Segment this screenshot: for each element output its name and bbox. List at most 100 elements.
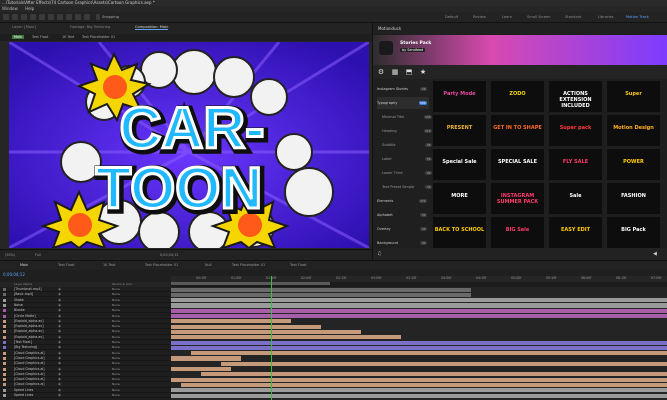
parent-select[interactable]: None [112, 329, 120, 334]
timeline-tab[interactable]: Text Placeholder 01 [232, 263, 265, 267]
parent-select[interactable]: None [112, 287, 120, 292]
layer-label-color[interactable] [3, 356, 6, 360]
layer-label-color[interactable] [3, 314, 6, 318]
visibility-eye-icon[interactable]: ◉ [58, 329, 61, 334]
layer-label-color[interactable] [3, 362, 6, 366]
category-item[interactable]: Instagram Stories 56 [377, 83, 429, 95]
layer-label-color[interactable] [3, 372, 6, 376]
layer-label-color[interactable] [3, 351, 6, 355]
menu-help[interactable]: Help [25, 6, 34, 11]
visibility-eye-icon[interactable]: ◉ [58, 319, 61, 324]
layer-label-color[interactable] [3, 288, 6, 291]
template-thumbnail[interactable]: ZODO [491, 81, 544, 112]
visibility-eye-icon[interactable]: ◉ [58, 314, 61, 319]
template-thumbnail[interactable]: INSTAGRAM SUMMER PACK [491, 183, 544, 214]
comp-tab-text-placeholder[interactable]: Text Placeholder 01 [82, 35, 115, 39]
workspace-review[interactable]: Review [473, 15, 486, 19]
template-thumbnail[interactable]: Party Mode [433, 81, 486, 112]
parent-select[interactable]: None [112, 308, 120, 313]
layer-name[interactable]: [Big Texturing] [14, 345, 37, 350]
workspace-small-screen[interactable]: Small Screen [527, 15, 550, 19]
layer-duration-bar[interactable] [171, 287, 471, 292]
playhead[interactable] [271, 276, 272, 400]
parent-select[interactable]: None [112, 372, 120, 377]
snapping-checkbox[interactable] [96, 14, 100, 20]
visibility-eye-icon[interactable]: ◉ [58, 303, 61, 308]
workspace-default[interactable]: Default [445, 15, 458, 19]
layer-duration-bar[interactable] [171, 345, 667, 350]
layer-duration-bar[interactable] [171, 319, 291, 324]
visibility-eye-icon[interactable]: ◉ [58, 345, 61, 350]
viewer-timecode[interactable]: 0;00;04;12 [160, 253, 179, 257]
layer-name[interactable]: Blanke [14, 308, 25, 313]
visibility-eye-icon[interactable]: ◉ [58, 298, 61, 303]
timeline-tab[interactable]: Text Float [58, 263, 74, 267]
parent-select[interactable]: None [112, 351, 120, 356]
layer-name[interactable]: [Basic.mp4] [14, 292, 33, 297]
visibility-eye-icon[interactable]: ◉ [58, 324, 61, 329]
layer-row[interactable]: Speed Lines ◉ None [0, 393, 171, 399]
visibility-eye-icon[interactable]: ◉ [58, 393, 61, 398]
pan-tool-icon[interactable] [57, 14, 63, 20]
layer-label-color[interactable] [3, 330, 6, 334]
layer-duration-bar[interactable] [181, 382, 667, 388]
pen-tool-icon[interactable] [75, 14, 81, 20]
parent-select[interactable]: None [112, 393, 120, 398]
layer-name[interactable]: [Circle Matte] [14, 314, 36, 319]
category-item[interactable]: Lower Third 80 [382, 167, 434, 179]
template-thumbnail[interactable]: GET IN TO SHAPE [491, 115, 544, 146]
layer-name[interactable]: [Text Float] [14, 340, 32, 345]
template-thumbnail[interactable]: BIG Sale [491, 217, 544, 248]
music-icon[interactable]: ♫ [377, 251, 381, 257]
zoom-tool-icon[interactable] [30, 14, 36, 20]
template-thumbnail[interactable]: BACK TO SCHOOL [433, 217, 486, 248]
template-thumbnail[interactable]: EASY EDIT [549, 217, 602, 248]
layer-duration-bar[interactable] [171, 356, 241, 361]
timeline-tab[interactable]: 1K Text [103, 263, 115, 267]
category-item[interactable]: Alphabet 54 [377, 209, 429, 221]
visibility-eye-icon[interactable]: ◉ [58, 340, 61, 345]
promo-banner[interactable]: Stories Pack by Sendfeed [373, 35, 667, 65]
layer-label-color[interactable] [3, 293, 6, 297]
timeline-timecode[interactable]: 0;00;04;12 [3, 272, 25, 277]
parent-select[interactable]: None [112, 361, 120, 366]
workspace-learn[interactable]: Learn [502, 15, 512, 19]
category-item[interactable]: Subtitle 95 [382, 139, 434, 151]
parent-select[interactable]: None [112, 345, 120, 350]
template-thumbnail[interactable]: Sale [549, 183, 602, 214]
category-item[interactable]: Text Preset Simple 35 [382, 181, 434, 193]
parent-select[interactable]: None [112, 340, 120, 345]
parent-select[interactable]: None [112, 382, 120, 387]
selection-tool-icon[interactable] [12, 14, 18, 20]
template-thumbnail[interactable]: Motion Design [607, 115, 660, 146]
template-thumbnail[interactable]: PRESENT [433, 115, 486, 146]
template-thumbnail[interactable]: MORE [433, 183, 486, 214]
template-thumbnail[interactable]: POWER [607, 149, 660, 180]
layer-duration-bar[interactable] [171, 298, 667, 303]
mask-tool-icon[interactable] [66, 14, 72, 20]
layer-name[interactable]: Speed Lines [14, 393, 33, 398]
layer-duration-bar[interactable] [171, 393, 667, 398]
rotate-tool-icon[interactable] [39, 14, 45, 20]
category-item[interactable]: Elements 270 [377, 195, 429, 207]
parent-select[interactable]: None [112, 319, 120, 324]
comp-tab-main[interactable]: Main [12, 35, 25, 39]
layer-label-color[interactable] [3, 309, 6, 313]
parent-select[interactable]: None [112, 388, 120, 393]
category-item[interactable]: Label 65 [382, 153, 434, 165]
template-thumbnail[interactable]: Super pack [549, 115, 602, 146]
template-thumbnail[interactable]: ACTIONS EXTENSION INCLUDED [549, 81, 602, 112]
layer-duration-bar[interactable] [171, 377, 667, 382]
sliders-icon[interactable]: ⚙ [377, 68, 385, 76]
comp-canvas[interactable]: CAR- CAR- TOON TOON [9, 42, 369, 248]
layer-name[interactable]: [Exploid_alpha.av] [14, 329, 43, 334]
category-item[interactable]: Minimal Title 105 [382, 111, 434, 123]
layer-duration-bar[interactable] [171, 292, 471, 297]
col-layer-name[interactable]: Layer Name [14, 282, 32, 286]
timeline-tab[interactable]: Text Float [290, 263, 306, 267]
layer-label-color[interactable] [3, 367, 6, 371]
parent-select[interactable]: None [112, 292, 120, 297]
tab-layer[interactable]: Layer: [Main] [12, 25, 36, 29]
layer-name[interactable]: [Cloud Graphics.ai] [14, 351, 45, 356]
workspace-libraries[interactable]: Libraries [598, 15, 614, 19]
